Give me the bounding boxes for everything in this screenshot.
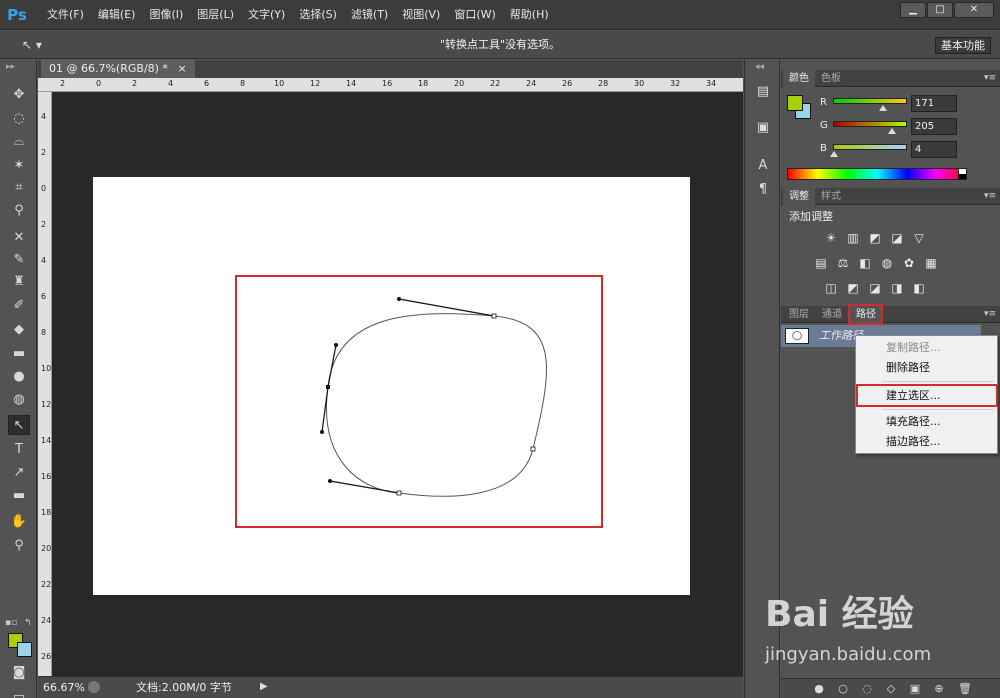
status-bar: 66.67% 文档:2.00M/0 字节 ▶ <box>38 676 743 698</box>
menu-separator <box>882 409 994 410</box>
menu-stroke-path[interactable]: 描边路径... <box>858 432 995 452</box>
red-value-input[interactable]: 171 <box>911 95 957 112</box>
character-panel-icon[interactable]: A <box>753 156 773 176</box>
tab-styles[interactable]: 样式 <box>815 188 847 205</box>
zoom-level[interactable]: 66.67% <box>43 677 85 698</box>
vibrance-icon[interactable]: ▽ <box>911 230 927 246</box>
channel-mixer-icon[interactable]: ✿ <box>901 255 917 271</box>
red-slider-thumb[interactable] <box>878 105 887 111</box>
status-menu-arrow-icon[interactable]: ▶ <box>260 681 268 692</box>
color-spectrum-bar[interactable] <box>787 168 967 180</box>
tab-swatches[interactable]: 色板 <box>815 70 847 87</box>
color-lookup-icon[interactable]: ▦ <box>923 255 939 271</box>
status-info-icon[interactable] <box>88 681 100 693</box>
red-slider-track[interactable] <box>833 98 907 104</box>
color-panel-tabs: 颜色 色板 ▾≡ <box>781 70 1000 87</box>
color-balance-icon[interactable]: ⚖ <box>835 255 851 271</box>
menu-duplicate-path[interactable]: 复制路径... <box>858 338 995 358</box>
path-thumbnail: ◯ <box>785 328 809 344</box>
green-channel-label: G <box>820 120 828 131</box>
levels-icon[interactable]: ▥ <box>845 230 861 246</box>
menu-delete-path[interactable]: 删除路径 <box>858 358 995 378</box>
highlight-make-selection-box <box>856 384 998 407</box>
hue-saturation-icon[interactable]: ▤ <box>813 255 829 271</box>
paths-panel-footer: ● ○ ◌ ◇ ▣ ⊕ 🗑 <box>781 678 1000 698</box>
make-work-path-icon[interactable]: ◇ <box>883 681 899 697</box>
exposure-icon[interactable]: ◪ <box>889 230 905 246</box>
fill-path-icon[interactable]: ● <box>811 681 827 697</box>
posterize-icon[interactable]: ◩ <box>845 280 861 296</box>
history-panel-icon[interactable]: ▤ <box>753 82 773 102</box>
color-foreground-swatch[interactable] <box>787 95 803 111</box>
highlight-paths-tab-box <box>848 304 883 325</box>
tab-color[interactable]: 颜色 <box>783 70 815 87</box>
invert-icon[interactable]: ◫ <box>823 280 839 296</box>
green-slider-thumb[interactable] <box>888 128 897 134</box>
panel-menu-icon[interactable]: ▾≡ <box>984 188 996 205</box>
add-mask-icon[interactable]: ▣ <box>907 681 923 697</box>
green-slider-track[interactable] <box>833 121 907 127</box>
blue-slider-track[interactable] <box>833 144 907 150</box>
tab-layers[interactable]: 图层 <box>783 306 815 323</box>
properties-panel-icon[interactable]: ▣ <box>753 118 773 138</box>
stroke-path-icon[interactable]: ○ <box>835 681 851 697</box>
curves-icon[interactable]: ◩ <box>867 230 883 246</box>
selective-color-icon[interactable]: ◨ <box>889 280 905 296</box>
blue-slider-thumb[interactable] <box>830 151 839 157</box>
brightness-contrast-icon[interactable]: ☀ <box>823 230 839 246</box>
load-selection-icon[interactable]: ◌ <box>859 681 875 697</box>
adjustments-panel-tabs: 调整 样式 ▾≡ <box>781 188 1000 205</box>
paragraph-panel-icon[interactable]: ¶ <box>753 180 773 200</box>
tab-channels[interactable]: 通道 <box>816 306 848 323</box>
black-white-icon[interactable]: ◧ <box>857 255 873 271</box>
tab-adjustments[interactable]: 调整 <box>783 188 815 205</box>
red-channel-label: R <box>820 97 827 108</box>
photo-filter-icon[interactable]: ◍ <box>879 255 895 271</box>
watermark-logo: Bai 经验 <box>765 594 914 635</box>
panel-menu-icon[interactable]: ▾≡ <box>984 306 996 323</box>
blue-channel-label: B <box>820 143 827 154</box>
watermark-url: jingyan.baidu.com <box>765 644 932 665</box>
adjustments-title: 添加调整 <box>789 210 833 223</box>
collapse-icon[interactable]: ◂◂ <box>755 62 764 72</box>
threshold-icon[interactable]: ◪ <box>867 280 883 296</box>
document-size-info: 文档:2.00M/0 字节 <box>136 681 232 694</box>
trash-icon[interactable]: 🗑 <box>957 681 973 697</box>
green-value-input[interactable]: 205 <box>911 118 957 135</box>
black-white-swatch[interactable] <box>958 168 967 180</box>
gradient-map-icon[interactable]: ◧ <box>911 280 927 296</box>
blue-value-input[interactable]: 4 <box>911 141 957 158</box>
menu-fill-path[interactable]: 填充路径... <box>858 412 995 432</box>
panel-menu-icon[interactable]: ▾≡ <box>984 70 996 87</box>
baidu-watermark: Bai 经验 jingyan.baidu.com <box>765 590 985 680</box>
layers-panel-tabs: 图层 通道 路径 ▾≡ <box>781 306 1000 323</box>
menu-separator <box>882 381 994 382</box>
new-path-icon[interactable]: ⊕ <box>931 681 947 697</box>
